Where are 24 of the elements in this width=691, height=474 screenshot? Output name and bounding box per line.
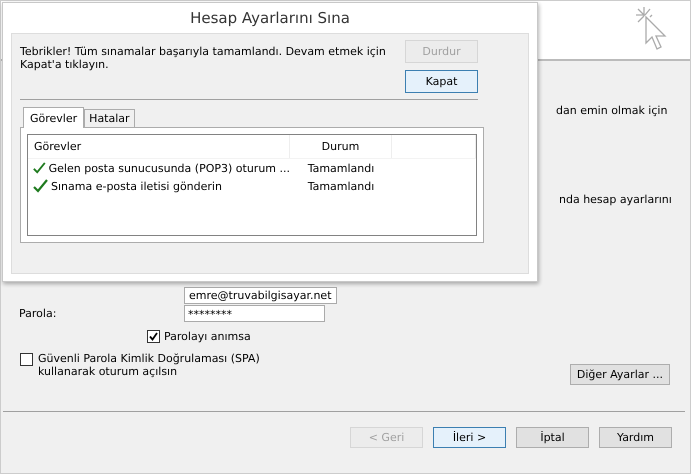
column-header[interactable]: Görevler xyxy=(28,135,290,158)
dialog-title: Hesap Ayarlarını Sına xyxy=(189,8,351,29)
dialog-button[interactable]: Kapat xyxy=(405,70,478,93)
wizard-button[interactable]: Yardım xyxy=(599,427,672,448)
checkbox[interactable] xyxy=(147,330,160,343)
tab[interactable]: Görevler xyxy=(23,107,84,128)
checkbox-label: Güvenli Parola Kimlik Doğrulaması (SPA) kullanarak oturum açılsın xyxy=(38,352,261,378)
tab[interactable]: Hatalar xyxy=(84,109,135,127)
description-text: nda hesap ayarlarını xyxy=(559,193,673,206)
status-message: Tebrikler! Tüm sınamalar başarıyla tamamlandı. Devam etmek için Kapat'a tıklayın. xyxy=(20,45,387,73)
description-text: dan emin olmak için xyxy=(556,104,668,117)
password-label: Parola: xyxy=(18,307,58,320)
checkbox-label: Parolayı anımsa xyxy=(164,330,251,343)
wizard-button[interactable]: İptal xyxy=(516,427,589,448)
password-field[interactable]: ******** xyxy=(184,305,325,322)
table-cell-text: Tamamlandı xyxy=(306,162,376,174)
more-settings-button[interactable]: Diğer Ayarlar ... xyxy=(570,364,670,385)
table-cell: Gelen posta sunucusunda (POP3) oturum ... xyxy=(48,162,290,174)
wizard-button[interactable]: İleri > xyxy=(433,427,506,448)
checkbox[interactable] xyxy=(20,353,33,366)
table-cell: Sınama e-posta iletisi gönderin xyxy=(51,180,222,192)
column-header[interactable]: Durum xyxy=(290,135,392,158)
table-cell-text: Tamamlandı xyxy=(306,180,376,192)
username-field[interactable]: emre@truvabilgisayar.net xyxy=(184,287,337,304)
